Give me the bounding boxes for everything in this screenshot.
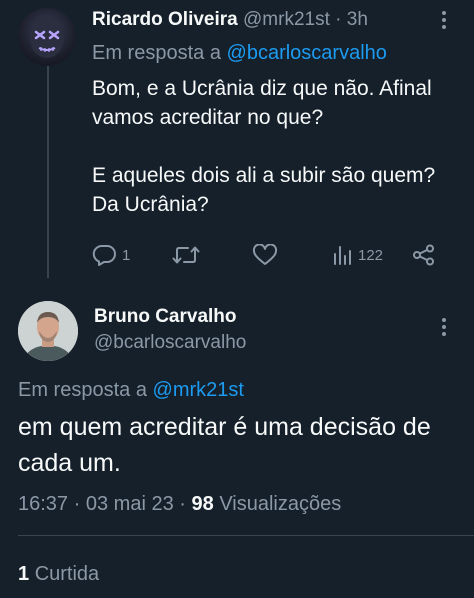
- tweet-paragraph: E aqueles dois ali a subir são quem? Da …: [92, 164, 436, 216]
- tweet-metadata: 16:37 · 03 mai 23 · 98 Visualizações: [18, 491, 341, 517]
- replying-to-line: Em resposta a @bcarloscarvalho: [92, 40, 387, 66]
- replying-prefix: Em resposta a: [18, 379, 147, 401]
- likes-summary[interactable]: 1 Curtida: [18, 561, 99, 587]
- retweet-icon: [172, 246, 200, 264]
- views-count: 98: [191, 493, 214, 515]
- likes-count: 1: [18, 563, 30, 585]
- author-handle[interactable]: @bcarloscarvalho: [94, 331, 246, 355]
- more-icon[interactable]: [434, 8, 454, 32]
- avatar[interactable]: [18, 301, 78, 361]
- replying-to-line: Em resposta a @mrk21st: [18, 377, 244, 403]
- main-tweet: Bruno Carvalho @bcarloscarvalho Em respo…: [0, 285, 474, 598]
- views-count: 122: [358, 246, 384, 264]
- divider: [18, 535, 474, 536]
- tweet-date[interactable]: 03 mai 23: [86, 493, 174, 515]
- reply-count: 1: [122, 246, 131, 264]
- reply-button[interactable]: 1: [92, 240, 130, 270]
- views-label[interactable]: Visualizações: [219, 493, 341, 515]
- separator-dot: ·: [335, 9, 342, 30]
- like-button[interactable]: [252, 240, 278, 270]
- tweet-time[interactable]: 16:37: [18, 493, 68, 515]
- share-icon: [413, 244, 434, 266]
- reply-tweet[interactable]: Ricardo Oliveira @mrk21st · 3h Em respos…: [0, 0, 474, 285]
- tweet-actions-bar: 1 122: [92, 240, 452, 270]
- reply-tweet-header: Ricardo Oliveira @mrk21st · 3h: [92, 8, 368, 32]
- views-icon: [334, 246, 351, 265]
- separator-dot: ·: [179, 493, 186, 515]
- tweet-paragraph: Bom, e a Ucrânia diz que não. Afinal vam…: [92, 77, 432, 129]
- avatar-image: [30, 18, 64, 58]
- avatar[interactable]: [18, 8, 76, 66]
- likes-label: Curtida: [34, 563, 100, 585]
- retweet-button[interactable]: [172, 240, 200, 270]
- timestamp[interactable]: 3h: [347, 9, 368, 30]
- author-name[interactable]: Ricardo Oliveira: [92, 9, 238, 30]
- like-icon: [252, 244, 278, 265]
- more-icon[interactable]: [434, 315, 454, 339]
- replying-prefix: Em resposta a: [92, 42, 221, 64]
- views-button[interactable]: 122: [332, 240, 383, 270]
- replying-to-link[interactable]: @mrk21st: [153, 379, 244, 401]
- tweet-text: em quem acreditar é uma decisão de cada …: [18, 413, 431, 477]
- avatar-image: [18, 301, 78, 361]
- author-name[interactable]: Bruno Carvalho: [94, 305, 237, 329]
- separator-dot: ·: [73, 493, 81, 515]
- share-button[interactable]: [412, 240, 436, 270]
- reply-icon: [92, 244, 116, 266]
- author-handle[interactable]: @mrk21st: [243, 9, 330, 30]
- tweet-text: Bom, e a Ucrânia diz que não. Afinal vam…: [92, 74, 462, 219]
- replying-to-link[interactable]: @bcarloscarvalho: [227, 42, 387, 64]
